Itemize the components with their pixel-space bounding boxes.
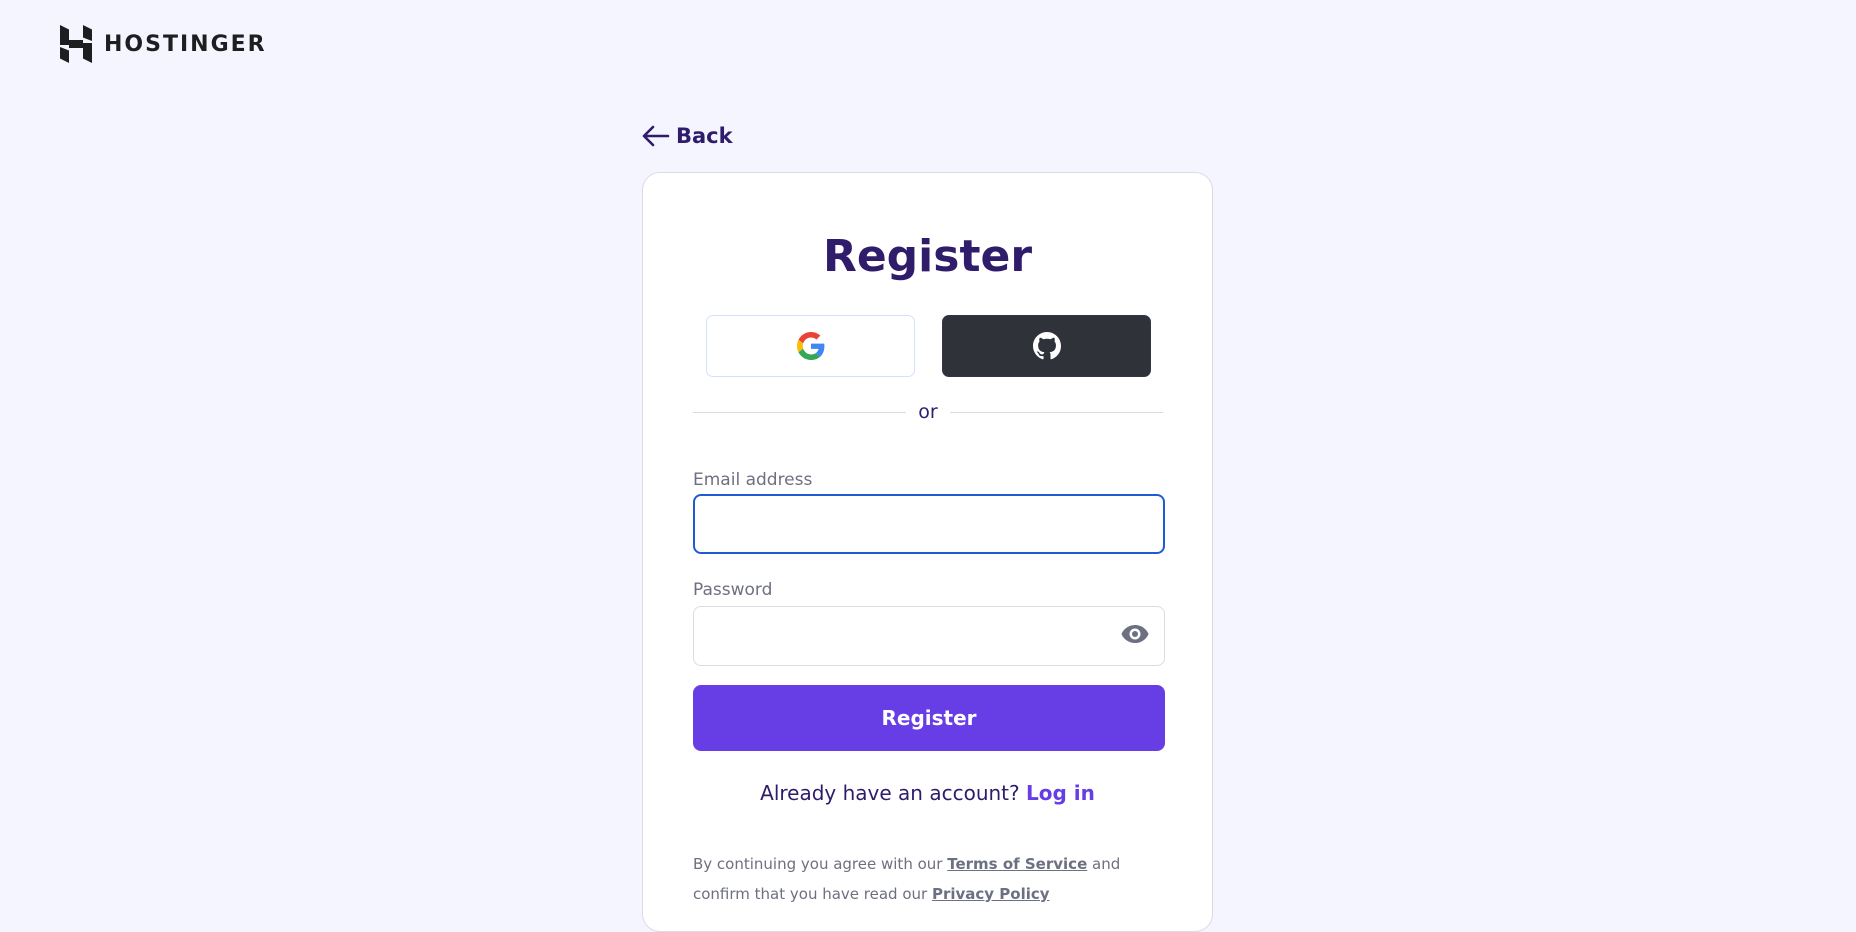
google-icon	[796, 332, 824, 360]
brand-name: HOSTINGER	[104, 31, 267, 57]
divider-line	[949, 411, 1163, 413]
arrow-left-icon	[642, 125, 670, 147]
register-card: Register or Email address Password Regis…	[642, 172, 1213, 932]
login-prompt-text: Already have an account?	[760, 781, 1020, 805]
email-field[interactable]	[693, 494, 1165, 554]
or-divider: or	[693, 401, 1163, 423]
show-password-toggle[interactable]	[1121, 624, 1149, 648]
terms-of-service-link[interactable]: Terms of Service	[947, 855, 1087, 873]
divider-line	[693, 411, 907, 413]
eye-icon	[1121, 625, 1149, 643]
login-link[interactable]: Log in	[1026, 781, 1095, 805]
divider-text: or	[918, 401, 938, 423]
back-button[interactable]: Back	[642, 124, 733, 148]
hostinger-logo[interactable]: HOSTINGER	[60, 25, 267, 63]
legal-notice: By continuing you agree with our Terms o…	[693, 849, 1165, 909]
register-button[interactable]: Register	[693, 685, 1165, 751]
github-signup-button[interactable]	[942, 315, 1151, 377]
hostinger-logo-icon	[60, 25, 92, 63]
privacy-policy-link[interactable]: Privacy Policy	[932, 885, 1050, 903]
email-label: Email address	[693, 470, 813, 490]
github-icon	[1032, 332, 1061, 360]
password-label: Password	[693, 580, 773, 600]
page-title: Register	[822, 231, 1033, 282]
login-prompt: Already have an account? Log in	[643, 781, 1212, 805]
password-field[interactable]	[693, 606, 1165, 666]
google-signup-button[interactable]	[706, 315, 915, 377]
legal-prefix: By continuing you agree with our	[693, 855, 943, 873]
back-label: Back	[676, 124, 733, 148]
